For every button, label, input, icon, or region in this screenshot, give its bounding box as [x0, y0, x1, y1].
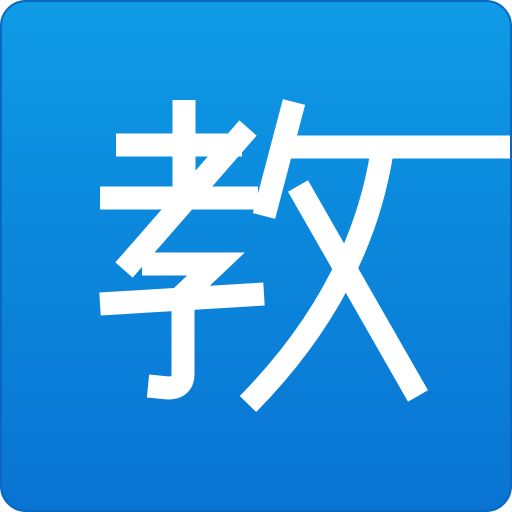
- jiao-character-icon: [99, 99, 510, 413]
- glyph-stroke: [146, 300, 195, 400]
- glyph-stroke: [252, 99, 306, 219]
- app-icon[interactable]: 教: [0, 0, 512, 512]
